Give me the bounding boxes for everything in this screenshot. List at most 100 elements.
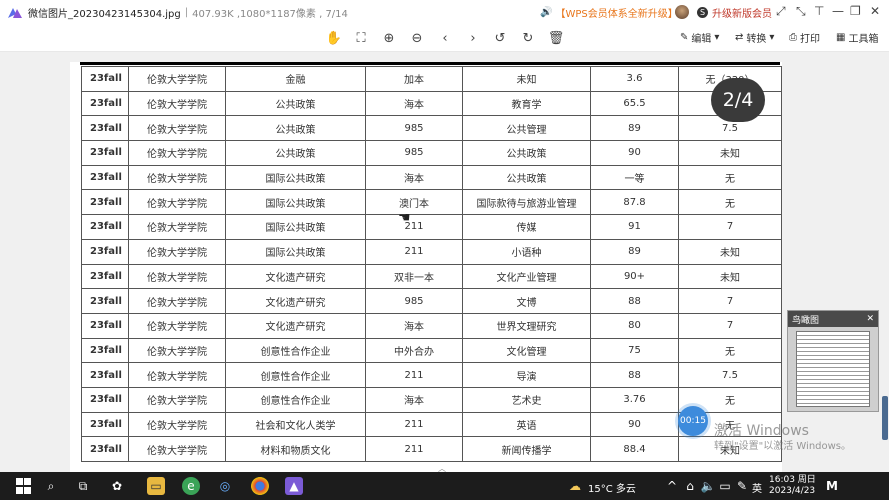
weather-text[interactable]: 15°C 多云 xyxy=(588,480,636,495)
chrome-icon[interactable] xyxy=(251,477,269,495)
table-cell: 新闻传播学 xyxy=(462,436,591,462)
notification-icon[interactable]: M xyxy=(823,477,841,495)
table-cell: 伦敦大学学院 xyxy=(128,214,226,240)
hand-tool-icon[interactable]: ✋ xyxy=(326,30,342,46)
app-icon[interactable]: ✿ xyxy=(108,477,126,495)
print-button[interactable]: ⎙ 打印 xyxy=(789,30,820,45)
table-cell: 国际公共政策 xyxy=(225,164,366,191)
app-icon-2[interactable]: ◎ xyxy=(216,477,234,495)
table-cell: 未知 xyxy=(462,66,591,92)
battery-icon[interactable]: ▭ xyxy=(716,477,734,495)
clock[interactable]: 16:03 周日 2023/4/23 xyxy=(769,475,816,497)
overview-close-icon[interactable]: ✕ xyxy=(866,314,874,324)
zoom-out-icon[interactable]: ⊖ xyxy=(409,30,425,46)
toolbox-button[interactable]: ▦ 工具箱 xyxy=(836,30,878,45)
table-cell: 985 xyxy=(365,140,463,166)
wps-promo-link[interactable]: 🔊 【WPS会员体系全新升级】 xyxy=(540,5,678,20)
table-cell: 文化遗产研究 xyxy=(225,312,366,339)
table-cell: 23fall xyxy=(81,263,129,290)
rotate-right-icon[interactable]: ↻ xyxy=(520,30,536,46)
table-cell: 传媒 xyxy=(462,214,591,240)
table-cell: 伦敦大学学院 xyxy=(128,312,226,339)
windows-start-icon[interactable] xyxy=(14,477,32,495)
table-cell: 3.76 xyxy=(590,386,679,413)
table-cell: 211 xyxy=(365,411,463,438)
table-row: 23fall 伦敦大学学院 文化遗产研究 海本 世界文理研究 80 7 xyxy=(81,312,782,339)
table-row: 23fall 伦敦大学学院 国际公共政策 211 小语种 89 未知 xyxy=(81,238,782,265)
clock-time: 16:03 周日 xyxy=(769,475,816,485)
table-cell: 公共管理 xyxy=(462,115,591,142)
ime-indicator[interactable]: 英 xyxy=(752,480,762,495)
table-cell: 无 xyxy=(678,337,782,364)
app-logo-icon xyxy=(8,8,22,18)
previous-icon[interactable]: ‹ xyxy=(437,30,453,46)
avatar[interactable] xyxy=(675,5,689,19)
admission-table: 23fall伦敦大学学院金融加本未知3.6无（320）23fall伦敦大学学院公… xyxy=(81,66,782,462)
table-cell: 未知 xyxy=(678,263,782,290)
table-cell: 海本 xyxy=(365,164,463,191)
network-icon[interactable]: ⌂ xyxy=(681,477,699,495)
convert-button[interactable]: ⇄ 转换 ▾ xyxy=(735,30,774,45)
close-icon[interactable]: ✕ xyxy=(870,4,880,18)
upgrade-button[interactable]: S 升级新版会员 xyxy=(697,5,772,20)
edit-label: 编辑 xyxy=(691,34,712,45)
timer-bubble[interactable]: 00:15 xyxy=(678,406,708,436)
table-cell: 创意性合作企业 xyxy=(225,337,366,364)
table-row: 23fall 伦敦大学学院 文化遗产研究 双非一本 文化产业管理 90+ 未知 xyxy=(81,263,782,290)
overview-panel[interactable]: 鸟瞰图 ✕ xyxy=(787,310,879,412)
table-cell: 国际款待与旅游业管理 xyxy=(462,189,591,216)
volume-icon[interactable]: 🔈 xyxy=(699,477,717,495)
table-cell: 7.5 xyxy=(678,362,782,388)
fullscreen-icon[interactable]: ⤢ xyxy=(776,4,786,19)
browser-icon[interactable]: e xyxy=(182,477,200,495)
table-cell: 公共政策 xyxy=(225,90,366,117)
table-cell: 23fall xyxy=(81,164,129,191)
file-explorer-icon[interactable]: ▭ xyxy=(147,477,165,495)
table-cell: 87.8 xyxy=(590,189,679,216)
table-cell: 导演 xyxy=(462,362,591,388)
overview-thumbnail[interactable] xyxy=(796,331,870,407)
table-cell: 23fall xyxy=(81,362,129,388)
table-cell: 教育学 xyxy=(462,90,591,117)
maximize-icon[interactable]: ❐ xyxy=(850,4,861,18)
title-separator: | xyxy=(184,6,189,18)
table-row: 23fall 伦敦大学学院 社会和文化人类学 211 英语 90 无 xyxy=(81,411,782,438)
pin-icon[interactable]: ⊤ xyxy=(814,4,824,18)
edit-icon: ✎ xyxy=(680,32,689,43)
table-cell: 伦敦大学学院 xyxy=(128,362,226,388)
speaker-icon: 🔊 xyxy=(540,7,553,18)
table-cell: 公共政策 xyxy=(225,115,366,142)
search-icon[interactable]: ⌕ xyxy=(42,477,60,495)
table-cell: 文化遗产研究 xyxy=(225,263,366,290)
table-cell: 澳门本 xyxy=(365,189,463,216)
fit-screen-icon[interactable]: ⛶ xyxy=(353,30,369,46)
table-row: 23fall 伦敦大学学院 创意性合作企业 海本 艺术史 3.76 无 xyxy=(81,386,782,413)
edit-button[interactable]: ✎ 编辑 ▾ xyxy=(680,30,719,45)
table-cell: 23fall xyxy=(81,411,129,438)
wps-image-icon[interactable]: ▲ xyxy=(285,477,303,495)
table-row: 23fall 伦敦大学学院 国际公共政策 海本 公共政策 一等无 xyxy=(81,164,782,191)
table-cell: 23fall xyxy=(81,189,129,216)
minimize-icon[interactable]: — xyxy=(832,4,844,18)
table-row: 23fall 伦敦大学学院 国际公共政策 澳门本 国际款待与旅游业管理 87.8 无 xyxy=(81,189,782,216)
convert-label: 转换 xyxy=(746,34,767,45)
table-cell: 文博 xyxy=(462,288,591,314)
zoom-in-icon[interactable]: ⊕ xyxy=(381,30,397,46)
rotate-left-icon[interactable]: ↺ xyxy=(492,30,508,46)
shrink-icon[interactable]: ⤡ xyxy=(796,4,806,19)
table-cell: 公共政策 xyxy=(225,140,366,166)
side-scroll-handle[interactable] xyxy=(882,396,888,440)
table-cell: 一等 xyxy=(590,164,679,191)
table-cell: 伦敦大学学院 xyxy=(128,386,226,413)
delete-icon[interactable]: 🗑 xyxy=(548,30,565,46)
tray-chevron-icon[interactable]: ^ xyxy=(663,477,681,495)
task-view-icon[interactable]: ⧉ xyxy=(74,477,92,495)
print-icon: ⎙ xyxy=(789,32,797,43)
table-cell: 91 xyxy=(590,214,679,240)
pen-icon[interactable]: ✎ xyxy=(733,477,751,495)
clock-date: 2023/4/23 xyxy=(769,486,816,496)
table-cell: 7 xyxy=(678,288,782,314)
table-cell: 88 xyxy=(590,362,679,388)
next-icon[interactable]: › xyxy=(465,30,481,46)
chevron-down-icon: ▾ xyxy=(714,32,720,43)
